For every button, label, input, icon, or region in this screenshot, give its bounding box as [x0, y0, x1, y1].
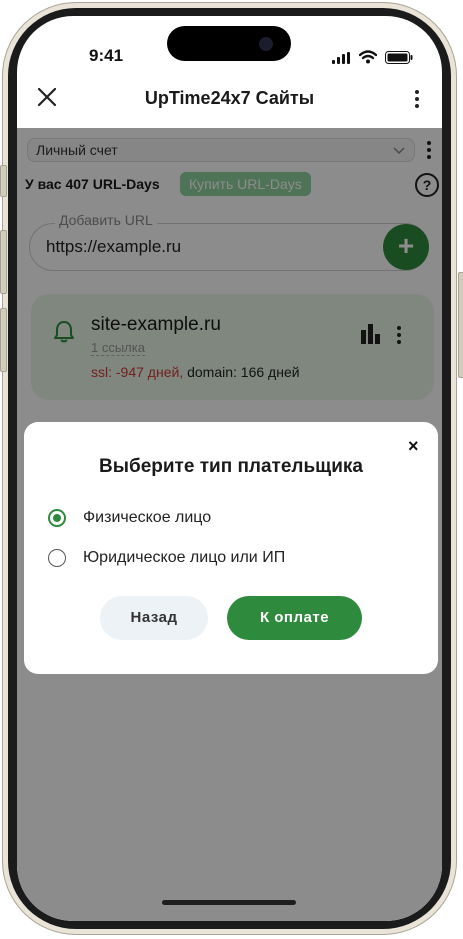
screen: 9:41 UpTime24x7 Сайты Личный счет У вас …	[17, 16, 442, 921]
power-button	[458, 272, 463, 378]
dialog-title: Выберите тип плательщика	[99, 456, 363, 477]
home-indicator	[162, 900, 296, 905]
dialog-close-button[interactable]: ×	[408, 436, 419, 457]
battery-icon	[385, 51, 413, 64]
more-menu-icon[interactable]	[415, 90, 419, 111]
wifi-icon	[359, 50, 377, 64]
signal-icon	[332, 52, 350, 64]
back-button[interactable]: Назад	[100, 596, 208, 640]
radio-individual[interactable]	[48, 509, 66, 527]
volume-up-button	[0, 230, 7, 294]
radio-legal-entity-label[interactable]: Юридическое лицо или ИП	[83, 549, 285, 567]
payer-type-dialog: × Выберите тип плательщика Физическое ли…	[24, 422, 438, 674]
volume-down-button	[0, 308, 7, 372]
app-title: UpTime24x7 Сайты	[144, 88, 315, 108]
dynamic-island	[167, 26, 291, 61]
radio-individual-label[interactable]: Физическое лицо	[83, 509, 211, 527]
action-button	[0, 165, 7, 197]
status-time: 9:41	[89, 46, 124, 65]
pay-button[interactable]: К оплате	[227, 596, 362, 640]
radio-legal-entity[interactable]	[48, 549, 66, 567]
camera-icon	[259, 37, 273, 51]
